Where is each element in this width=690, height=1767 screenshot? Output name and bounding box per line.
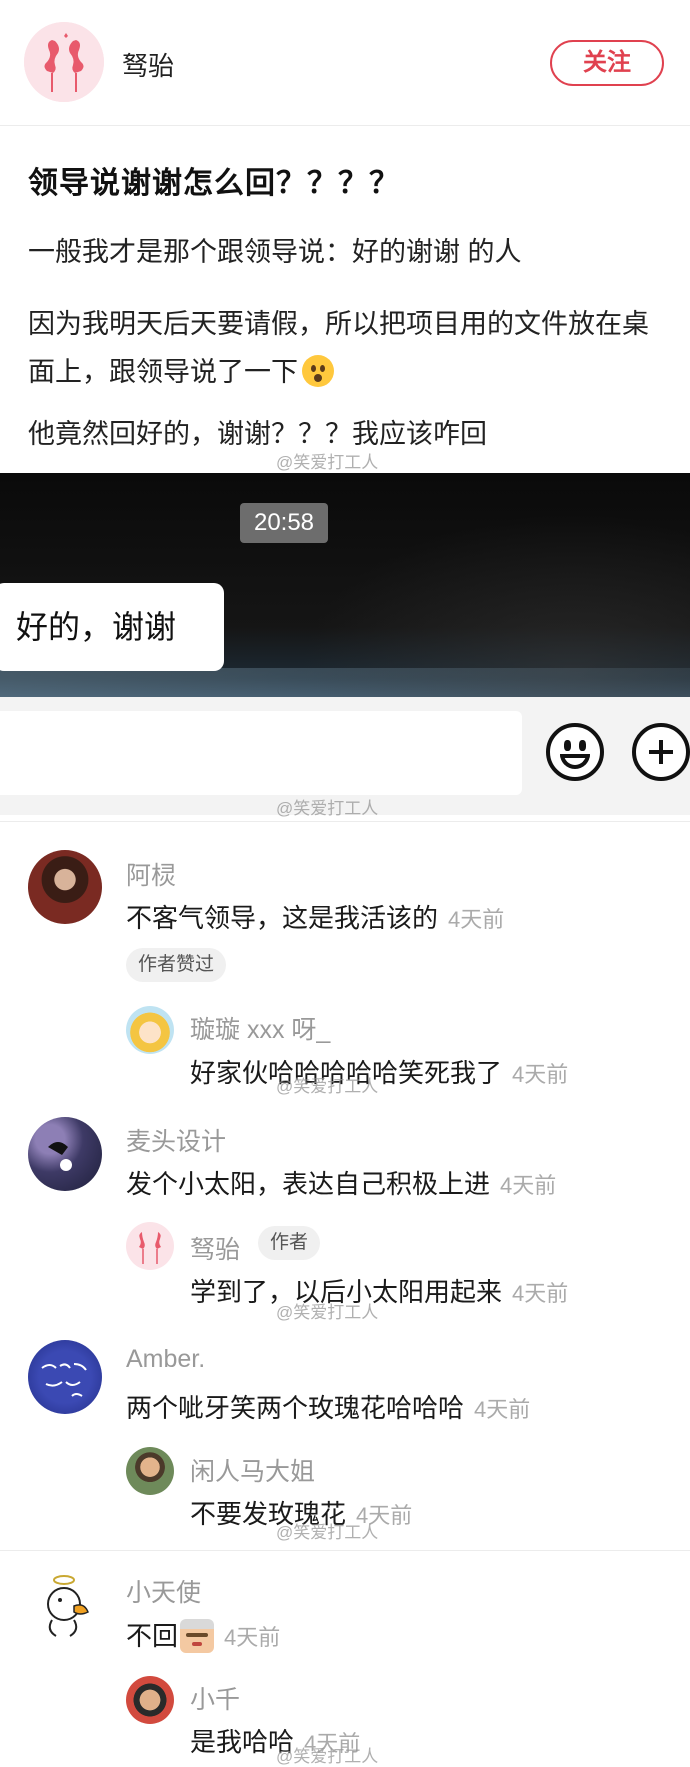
commenter-avatar[interactable] [30, 1570, 104, 1644]
author-name[interactable]: 驽骀 [122, 46, 174, 83]
reply-name[interactable]: 小千 [190, 1680, 240, 1716]
chat-timestamp: 20:58 [240, 503, 328, 543]
divider [0, 1550, 690, 1551]
commenter-name[interactable]: Amber. [126, 1345, 205, 1374]
commenter-name[interactable]: 阿棂 [126, 856, 176, 892]
watermark: @笑爱打工人 [276, 1303, 379, 1322]
commenter-avatar[interactable] [28, 850, 102, 924]
reply-time: 4天前 [512, 1281, 569, 1306]
post-paragraph: 因为我明天后天要请假，所以把项目用的文件放在桌面上，跟领导说了一下 [28, 300, 668, 396]
watermark: @笑爱打工人 [276, 453, 379, 472]
commenter-avatar[interactable] [28, 1340, 102, 1414]
comment-text: 不客气领导，这是我活该的 4天前 [126, 898, 504, 935]
watermark: @笑爱打工人 [276, 1747, 379, 1766]
divider [0, 821, 690, 822]
commenter-name[interactable]: 小天使 [126, 1573, 201, 1609]
emoji-icon[interactable] [546, 723, 604, 781]
reply-text: 学到了，以后小太阳用起来 4天前 [190, 1272, 568, 1309]
comment-body: 发个小太阳，表达自己积极上进 [126, 1169, 491, 1199]
commenter-avatar[interactable] [28, 1117, 102, 1191]
watermark: @笑爱打工人 [276, 1077, 379, 1096]
reply-name[interactable]: 璇璇 xxx 呀_ [190, 1010, 330, 1046]
post-paragraph: 一般我才是那个跟领导说：好的谢谢 的人 [28, 237, 522, 267]
reply-avatar[interactable] [126, 1222, 174, 1270]
follow-button[interactable]: 关注 [550, 40, 664, 86]
comment-body: 不客气领导，这是我活该的 [126, 903, 439, 933]
post-title: 领导说谢谢怎么回？？？？ [28, 167, 400, 200]
comment-body: 不回 [126, 1621, 179, 1651]
comment-time: 4天前 [500, 1173, 557, 1198]
reply-name[interactable]: 闲人马大姐 [190, 1452, 315, 1488]
reply-time: 4天前 [512, 1062, 569, 1087]
sticker-emoji-icon [180, 1619, 215, 1653]
watermark: @笑爱打工人 [276, 1523, 379, 1542]
comment-time: 4天前 [448, 907, 505, 932]
author-liked-tag: 作者赞过 [126, 948, 227, 982]
comment-body: 两个呲牙笑两个玫瑰花哈哈哈 [126, 1393, 465, 1423]
comment-text: 两个呲牙笑两个玫瑰花哈哈哈 4天前 [126, 1388, 530, 1425]
chat-input-field[interactable] [0, 711, 522, 795]
plus-icon[interactable] [632, 723, 690, 781]
reply-text: 好家伙哈哈哈哈哈笑死我了 4天前 [190, 1053, 568, 1090]
reply-name[interactable]: 驽骀 [190, 1230, 240, 1266]
author-badge: 作者 [258, 1226, 321, 1260]
chat-bubble: 好的，谢谢 [0, 583, 224, 671]
comment-time: 4天前 [224, 1625, 281, 1650]
comment-text: 发个小太阳，表达自己积极上进 4天前 [126, 1164, 556, 1201]
post-paragraph-text: 因为我明天后天要请假，所以把项目用的文件放在桌面上，跟领导说了一下 [28, 309, 649, 387]
comment-text: 不回 4天前 [126, 1616, 280, 1653]
reply-avatar[interactable] [126, 1447, 174, 1495]
surprised-emoji-icon [302, 355, 334, 387]
reply-avatar[interactable] [126, 1006, 174, 1054]
commenter-name[interactable]: 麦头设计 [126, 1122, 226, 1158]
author-avatar[interactable] [24, 22, 104, 102]
watermark: @笑爱打工人 [276, 799, 379, 818]
comment-time: 4天前 [474, 1397, 531, 1422]
reply-avatar[interactable] [126, 1676, 174, 1724]
